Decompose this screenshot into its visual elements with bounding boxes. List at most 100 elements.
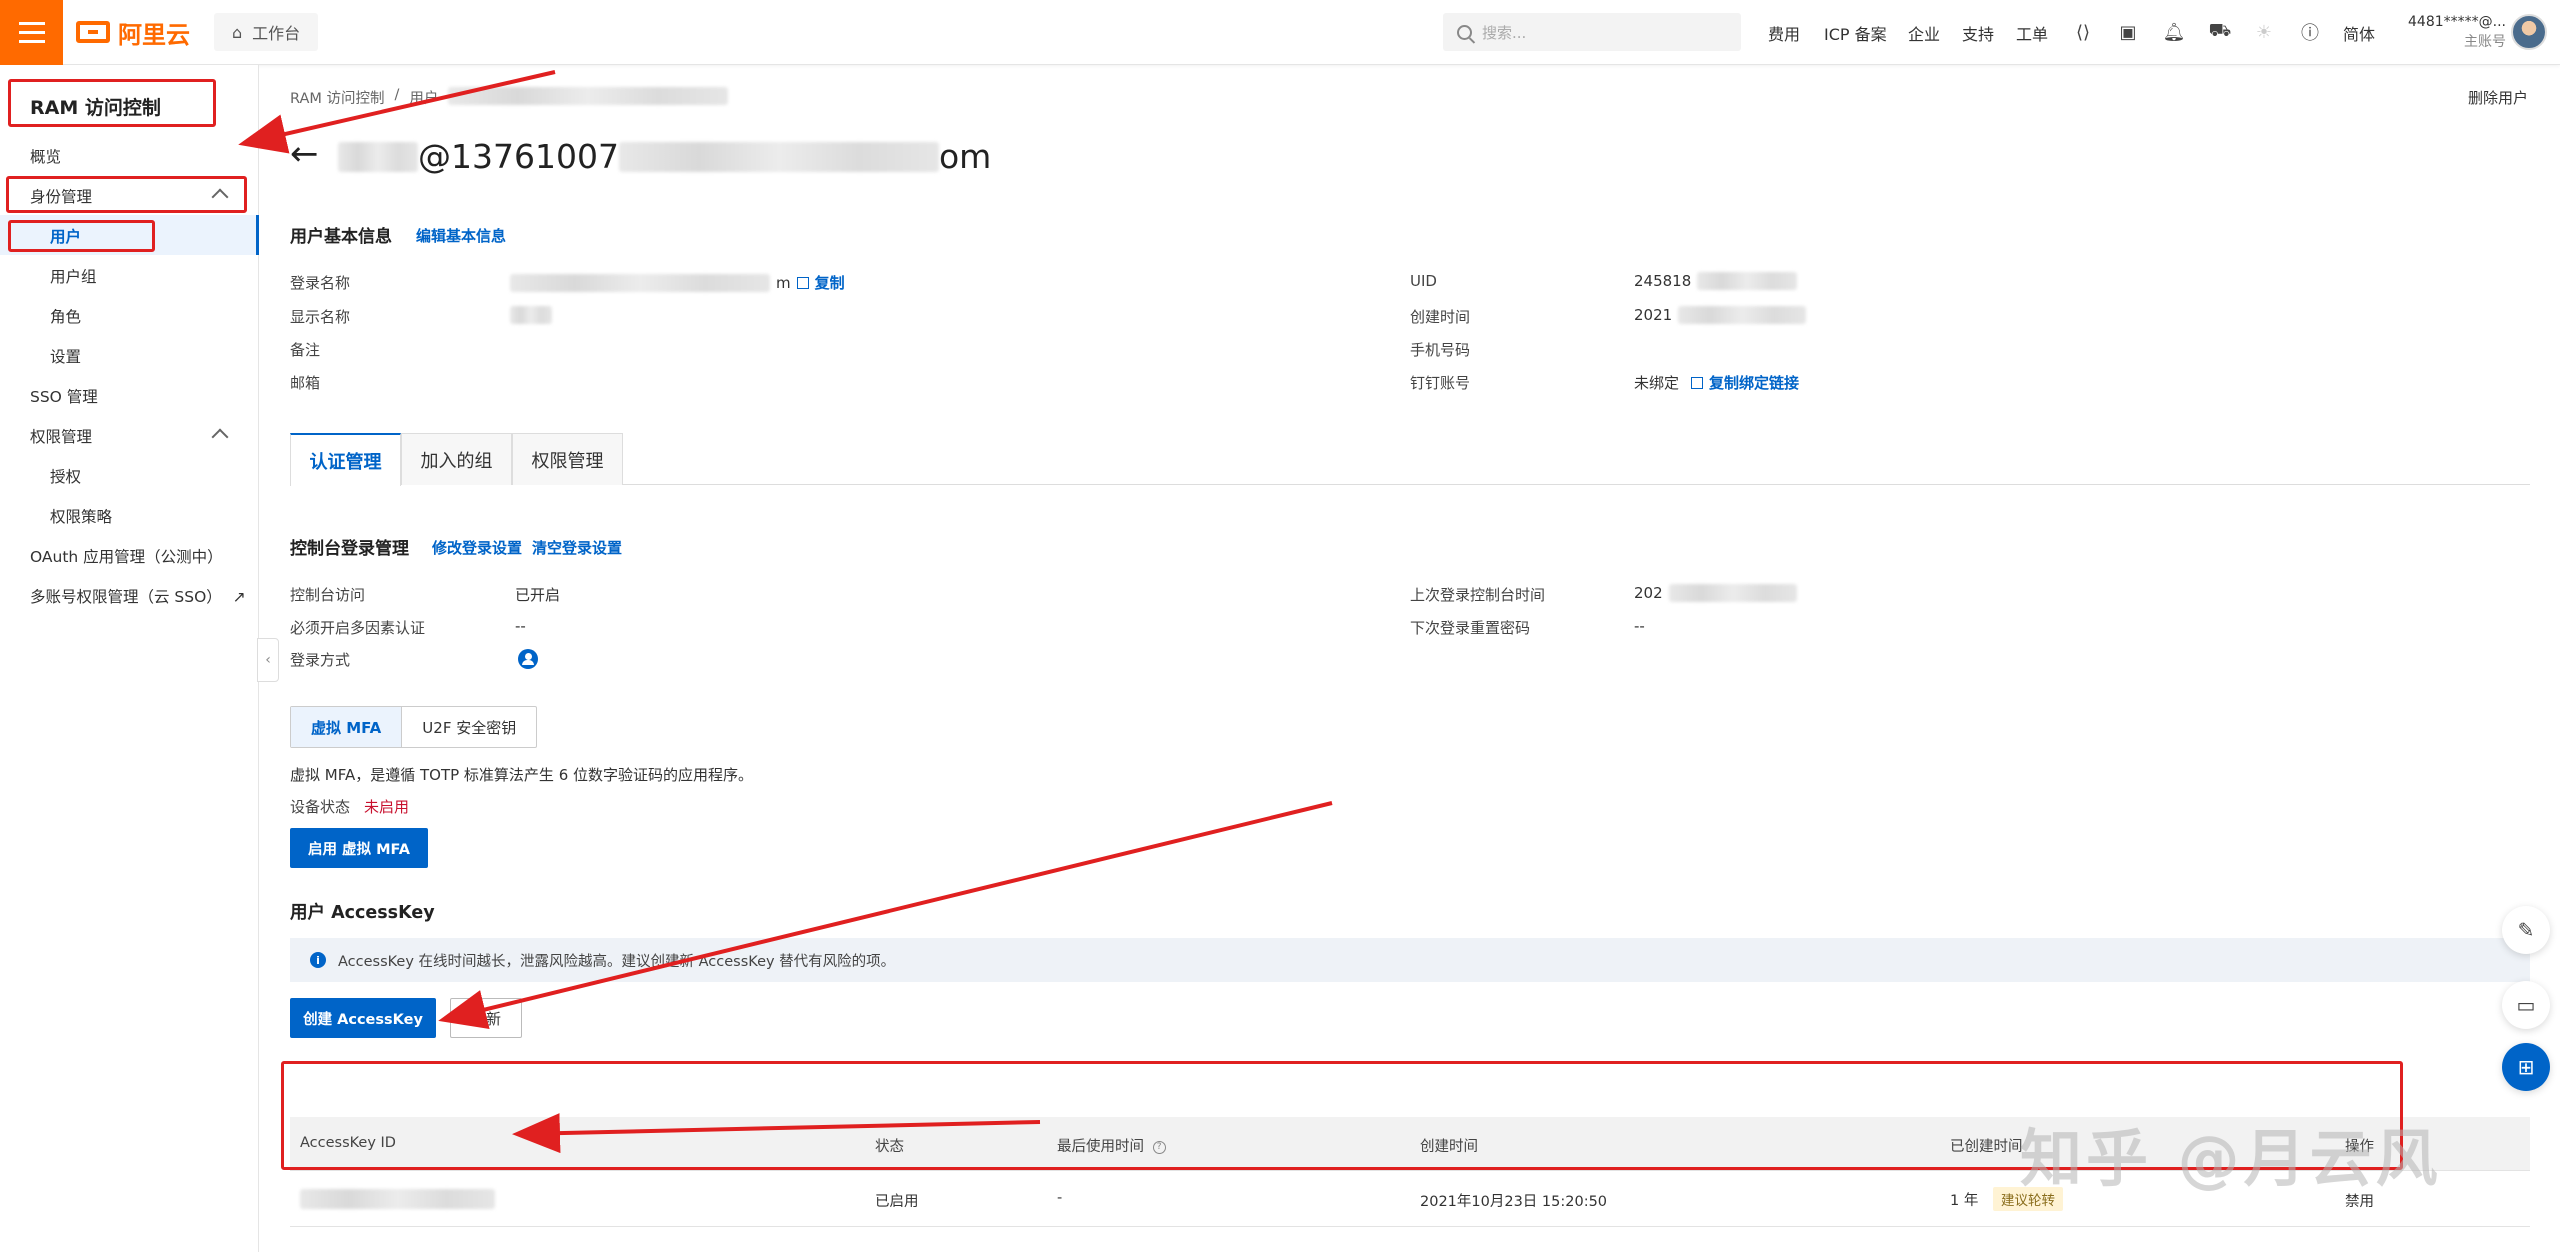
copy-login-name-link[interactable]: 复制 bbox=[815, 272, 845, 293]
nav-fees[interactable]: 费用 bbox=[1768, 0, 1800, 65]
aliyun-logo[interactable]: 阿里云 bbox=[76, 17, 190, 49]
cart-icon[interactable]: ⛟ bbox=[2208, 20, 2232, 44]
last-login-value: 202 bbox=[1634, 584, 1797, 602]
chat-icon[interactable]: ▭ bbox=[2502, 981, 2550, 1029]
sidebar: RAM 访问控制 概览 身份管理 用户 用户组 角色 设置 SSO 管理 权限管… bbox=[0, 65, 259, 1252]
uid-label: UID bbox=[1410, 272, 1437, 290]
sidebar-item-identity[interactable]: 身份管理 bbox=[30, 185, 92, 207]
sidebar-item-sso[interactable]: SSO 管理 bbox=[30, 385, 98, 407]
sidebar-title: RAM 访问控制 bbox=[30, 97, 161, 119]
question-icon[interactable]: ? bbox=[1152, 1140, 1166, 1154]
dingtalk-status: 未绑定 bbox=[1634, 374, 1680, 392]
console-login-title: 控制台登录管理 bbox=[290, 539, 409, 559]
create-accesskey-button[interactable]: 创建 AccessKey bbox=[290, 998, 436, 1038]
edit-basic-info-link[interactable]: 编辑基本信息 bbox=[416, 225, 506, 246]
col-last-used-label: 最后使用时间 bbox=[1057, 1139, 1144, 1155]
language-switch[interactable]: 简体 bbox=[2343, 0, 2375, 65]
created-time-visible: 2021 bbox=[1634, 306, 1673, 324]
tab-permissions[interactable]: 权限管理 bbox=[512, 433, 623, 485]
title-middle: @13761007 bbox=[418, 137, 619, 176]
sidebar-item-grant[interactable]: 授权 bbox=[50, 465, 81, 487]
sidebar-collapse-toggle[interactable]: ‹ bbox=[257, 638, 279, 682]
breadcrumb-users[interactable]: 用户 bbox=[409, 87, 438, 108]
delete-user-button[interactable]: 删除用户 bbox=[2468, 87, 2528, 108]
next-reset-value: -- bbox=[1634, 617, 1645, 635]
sidebar-item-overview[interactable]: 概览 bbox=[30, 145, 61, 167]
rotation-tag: 建议轮转 bbox=[1992, 1187, 2063, 1211]
nav-icp[interactable]: ICP 备案 bbox=[1824, 0, 1887, 65]
search-placeholder: 搜索... bbox=[1482, 23, 1527, 42]
redacted-login-name bbox=[510, 273, 770, 292]
back-arrow-icon[interactable]: ← bbox=[290, 137, 319, 171]
redacted-title-mid bbox=[618, 141, 939, 172]
sidebar-item-policies[interactable]: 权限策略 bbox=[50, 505, 112, 527]
nav-enterprise[interactable]: 企业 bbox=[1908, 0, 1940, 65]
bell-icon[interactable]: 🔔︎ bbox=[2162, 20, 2186, 44]
search-input[interactable]: 搜索... bbox=[1443, 13, 1741, 51]
search-icon bbox=[1457, 24, 1472, 40]
sidebar-item-oauth[interactable]: OAuth 应用管理（公测中） bbox=[30, 545, 223, 567]
row-last-used: - bbox=[1057, 1190, 1063, 1206]
help-icon[interactable]: ⓘ bbox=[2298, 20, 2322, 44]
copy-bind-link[interactable]: 复制绑定链接 bbox=[1709, 372, 1799, 393]
col-created: 创建时间 bbox=[1420, 1139, 1478, 1155]
refresh-button[interactable]: 刷新 bbox=[450, 998, 522, 1038]
tab-u2f-key[interactable]: U2F 安全密钥 bbox=[402, 707, 536, 747]
dingtalk-label: 钉钉账号 bbox=[1410, 374, 1471, 392]
top-bar: 阿里云 ⌂ 工作台 搜索... 费用 ICP 备案 企业 支持 工单 ⟨⟩ ▣ … bbox=[0, 0, 2560, 65]
sidebar-item-permissions[interactable]: 权限管理 bbox=[30, 425, 92, 447]
last-login-label: 上次登录控制台时间 bbox=[1410, 586, 1546, 604]
page-title: @13761007 om bbox=[338, 137, 991, 176]
dingtalk-value: 未绑定 复制绑定链接 bbox=[1634, 372, 1799, 393]
code-icon[interactable]: ⟨⟩ bbox=[2071, 20, 2095, 44]
redacted-last-login bbox=[1668, 584, 1797, 602]
sidebar-item-multi-account[interactable]: 多账号权限管理（云 SSO） ↗ bbox=[30, 585, 246, 607]
nav-ticket[interactable]: 工单 bbox=[2016, 0, 2048, 65]
account-id: 4481*****@... bbox=[2408, 14, 2506, 30]
device-status-value: 未启用 bbox=[364, 798, 410, 816]
tab-groups[interactable]: 加入的组 bbox=[401, 433, 512, 485]
mfa-description: 虚拟 MFA，是遵循 TOTP 标准算法产生 6 位数字验证码的应用程序。 bbox=[290, 766, 754, 784]
detail-tabs: 认证管理 加入的组 权限管理 bbox=[290, 433, 2530, 486]
lightbulb-icon[interactable]: ☀ bbox=[2252, 20, 2276, 44]
redacted-accesskey-id bbox=[300, 1189, 495, 1209]
redacted-breadcrumb bbox=[448, 87, 729, 105]
login-method-label: 登录方式 bbox=[290, 651, 351, 669]
breadcrumb-ram[interactable]: RAM 访问控制 bbox=[290, 87, 385, 108]
avatar[interactable] bbox=[2511, 14, 2547, 50]
sidebar-item-users[interactable]: 用户 bbox=[50, 225, 81, 247]
hamburger-menu-icon[interactable] bbox=[0, 0, 63, 65]
sidebar-item-user-groups[interactable]: 用户组 bbox=[50, 265, 97, 287]
tab-auth[interactable]: 认证管理 bbox=[290, 433, 401, 486]
enable-virtual-mfa-button[interactable]: 启用 虚拟 MFA bbox=[290, 828, 428, 868]
col-accesskey-id: AccessKey ID bbox=[300, 1135, 396, 1151]
disable-link[interactable]: 禁用 bbox=[2345, 1190, 2374, 1211]
workbench-button[interactable]: ⌂ 工作台 bbox=[214, 13, 319, 51]
modify-login-settings-link[interactable]: 修改登录设置 bbox=[432, 537, 522, 558]
terminal-icon[interactable]: ▣ bbox=[2116, 20, 2140, 44]
copy-icon[interactable] bbox=[1691, 376, 1704, 389]
table-row: 已启用 - 2021年10月23日 15:20:50 1 年 建议轮转 禁用 bbox=[290, 1171, 2530, 1227]
breadcrumb-separator: / bbox=[394, 87, 400, 103]
row-status: 已启用 bbox=[875, 1194, 919, 1210]
edit-feedback-icon[interactable]: ✎ bbox=[2502, 906, 2550, 954]
col-age: 已创建时间 bbox=[1950, 1139, 2023, 1155]
login-name-value: m 复制 bbox=[510, 272, 845, 293]
row-age-value: 1 年 bbox=[1950, 1193, 1979, 1209]
col-actions: 操作 bbox=[2345, 1139, 2374, 1155]
chevron-up-icon[interactable] bbox=[211, 188, 229, 206]
tab-virtual-mfa[interactable]: 虚拟 MFA bbox=[291, 707, 403, 747]
home-icon: ⌂ bbox=[232, 22, 243, 42]
nav-support[interactable]: 支持 bbox=[1962, 0, 1994, 65]
workbench-label: 工作台 bbox=[252, 24, 301, 43]
account-info[interactable]: 4481*****@... 主账号 bbox=[2398, 12, 2506, 52]
redacted-uid bbox=[1697, 272, 1798, 290]
apps-grid-icon[interactable]: ⊞ bbox=[2502, 1043, 2550, 1091]
sidebar-item-settings[interactable]: 设置 bbox=[50, 345, 81, 367]
copy-icon[interactable] bbox=[796, 276, 809, 289]
clear-login-settings-link[interactable]: 清空登录设置 bbox=[532, 537, 622, 558]
sidebar-item-roles[interactable]: 角色 bbox=[50, 305, 81, 327]
uid-value: 245818 bbox=[1634, 272, 1798, 290]
chevron-up-icon[interactable] bbox=[211, 428, 229, 446]
phone-label: 手机号码 bbox=[1410, 341, 1471, 359]
